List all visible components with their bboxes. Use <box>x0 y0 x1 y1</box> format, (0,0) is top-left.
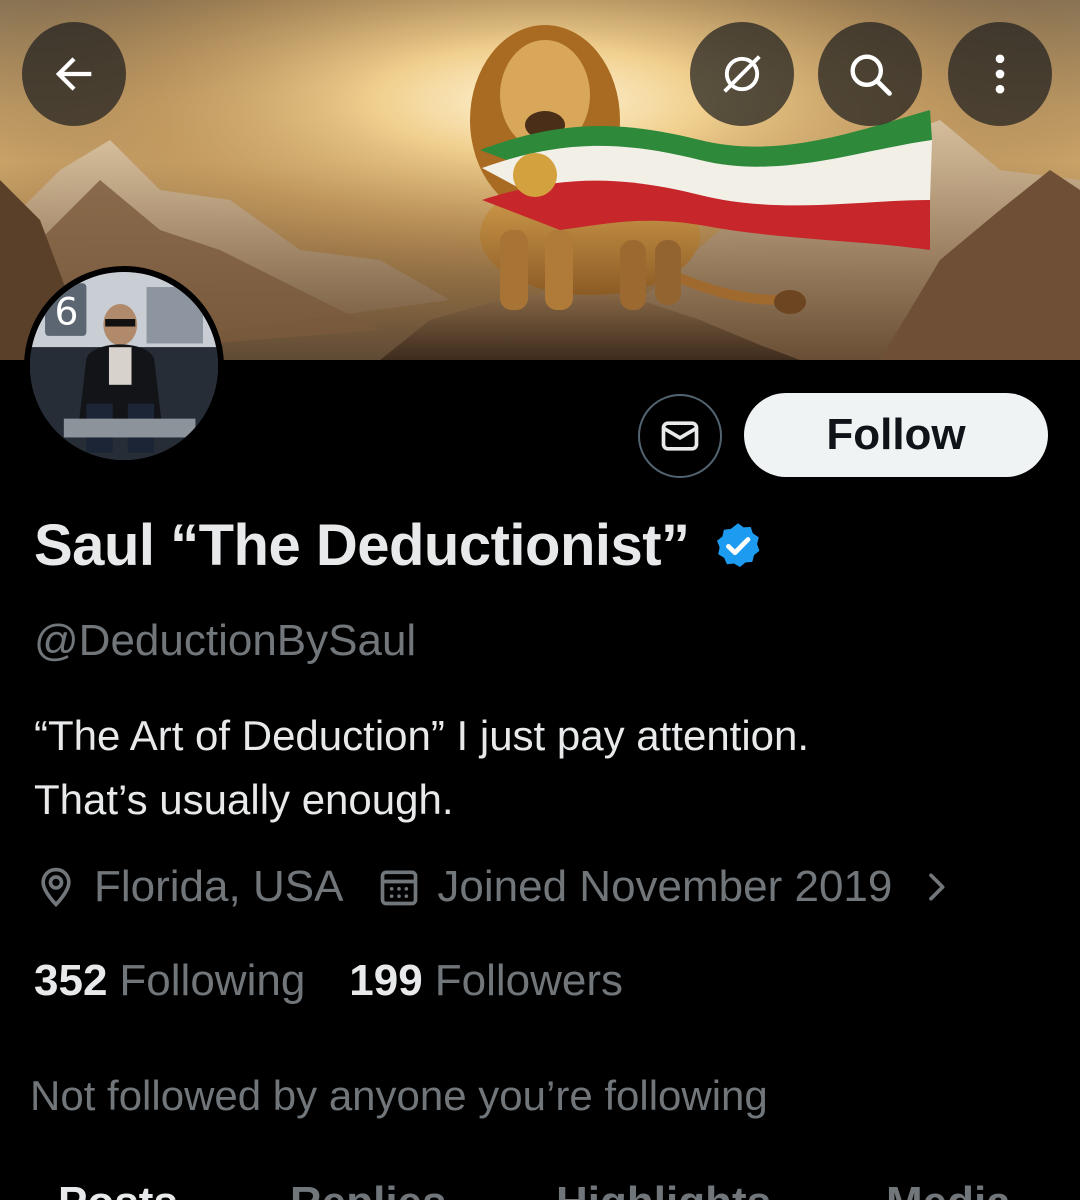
following-label: Following <box>119 956 306 1005</box>
unfollow-slash-icon <box>723 55 761 93</box>
followers-label: Followers <box>434 956 623 1005</box>
chevron-right-icon[interactable] <box>916 867 956 907</box>
following-count: 352 <box>34 956 108 1005</box>
joined-text: Joined November 2019 <box>437 862 893 911</box>
more-button[interactable] <box>948 22 1052 126</box>
svg-text:6: 6 <box>54 290 78 334</box>
location-text: Florida, USA <box>94 862 344 911</box>
verified-badge-icon[interactable] <box>712 520 764 572</box>
tab-highlights[interactable]: Highlights <box>556 1178 771 1200</box>
message-button[interactable] <box>638 394 722 478</box>
tab-replies[interactable]: Replies <box>290 1178 447 1200</box>
mutual-followers-text: Not followed by anyone you’re following <box>30 1072 768 1119</box>
envelope-icon <box>661 421 699 451</box>
avatar-image: 6 <box>30 272 218 460</box>
display-name: Saul “The Deductionist” <box>34 513 690 578</box>
followers-link[interactable]: 199 Followers <box>349 956 623 1006</box>
bio-line: That’s usually enough. <box>34 776 454 823</box>
followers-count: 199 <box>349 956 423 1005</box>
follow-button[interactable]: Follow <box>744 393 1048 477</box>
search-icon <box>850 54 892 96</box>
profile-tabs: Posts Replies Highlights Media <box>0 1178 1080 1200</box>
bio-line: “The Art of Deduction” I just pay attent… <box>34 712 810 759</box>
arrow-left-icon <box>55 57 92 91</box>
bio: “The Art of Deduction” I just pay attent… <box>34 704 1044 832</box>
follow-stats: 352 Following 199 Followers <box>34 956 623 1006</box>
location-pin-icon <box>41 867 71 908</box>
profile-screen: 6 Follow Saul “The Deductionist” @Deduct… <box>0 0 1080 1200</box>
more-vertical-icon <box>995 54 1005 94</box>
search-button[interactable] <box>818 22 922 126</box>
tab-posts[interactable]: Posts <box>58 1178 178 1200</box>
name-row: Saul “The Deductionist” <box>34 512 764 579</box>
following-link[interactable]: 352 Following <box>34 956 305 1006</box>
unfollow-slash-button[interactable] <box>690 22 794 126</box>
tab-media[interactable]: Media <box>886 1178 1011 1200</box>
avatar[interactable]: 6 <box>24 266 224 466</box>
profile-meta: Florida, USA Joined November 2019 <box>34 862 956 912</box>
calendar-icon <box>381 870 418 906</box>
user-handle: @DeductionBySaul <box>34 616 417 665</box>
back-button[interactable] <box>22 22 126 126</box>
